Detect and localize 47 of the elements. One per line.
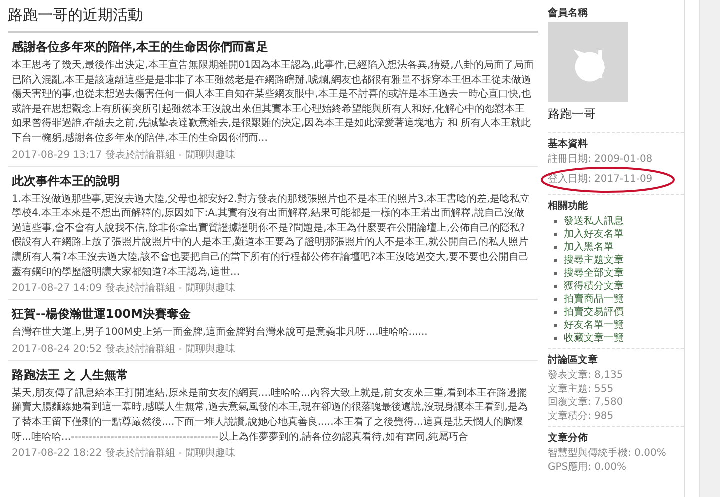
stat-line: 發表文章: 8,135 (548, 369, 624, 382)
section-heading: 相關功能 (548, 200, 589, 213)
post-excerpt: 某天,朋友傳了訊息給本王打開連結,原來是前女友的網頁....哇哈哈...內容大致上就是,前女友來三重,看到本王在路邊擺攤賣大腸麵線她看到這一幕時,感嘆人生無常,過去意氣風發的本王,現在卻過的很落魄最後還說,沒現身讓本王看到,是為了替本王留下僅剩的一點尊嚴然後....下面一堆人說讚,說她心地真善良.....本王看了之後覺得...這真是悲天憫人的胸懷呀...哇哈哈...-----------------------------------------以上為作夢夢到的,請各位勿認真看待,如有雷同,純屬巧合 (12, 386, 529, 444)
page-title: 路跑一哥的近期活動 (8, 4, 538, 33)
bullet-icon (554, 324, 557, 327)
sidebar-link[interactable]: 加入好友名單 (564, 228, 624, 241)
member-name: 路跑一哥 (548, 106, 597, 123)
post-meta: 2017-08-22 18:22 發表於討論群組 - 閒聊與趣味 (12, 446, 236, 460)
sidebar-link[interactable]: 加入黑名單 (564, 241, 614, 254)
bullet-icon (554, 259, 557, 262)
sidebar-link[interactable]: 收藏文章一覽 (564, 332, 624, 345)
sidebar-link[interactable]: 搜尋全部文章 (564, 267, 624, 280)
sidebar-link[interactable]: 發送私人訊息 (564, 215, 624, 228)
bullet-icon (554, 298, 557, 301)
stat-line: 回覆文章: 7,580 (548, 396, 624, 410)
section-heading: 文章分佈 (548, 431, 589, 445)
section-heading: 討論區文章 (548, 353, 599, 367)
post-meta: 2017-08-24 20:52 發表於討論群組 - 閒聊與趣味 (12, 342, 236, 356)
post-excerpt: 本王思考了幾天,最後作出決定,本王宣告無限期離開01因為本王認為,此事件,已經陷入想法各異,猜疑,八卦的局面了局面已陷入混亂,本王是該遠離這些是是非非了本王雖然老是在網路瞎掰,唬爛,網友也都很有雅量不拆穿本王但本王從未做過傷天害理的事,也從未想過去傷害任何一個人本王自知在某些網友眼中,本王是不討喜的或許是本王過去一時心直口快,也或許是在思想觀念上有所衝突所引起雖然本王沒說出來但其實本王心理始終希望能與所有人和好,化解心中的怨懟本王如果曾得罪過誰,在離去之前,先誠摯表達歉意離去,是很艱難的決定,因為本王是如此深愛著這塊地方 和 所有人本王就此下台一鞠躬,感謝各位多年來的陪伴,本王的生命因你們而... (12, 59, 534, 146)
post-meta: 2017-08-29 13:17 發表於討論群組 - 閒聊與趣味 (12, 148, 236, 162)
bullet-icon (554, 246, 557, 249)
post-title[interactable]: 路跑法王 之 人生無常 (12, 366, 534, 384)
info-line: 註冊日期: 2009-01-08 (548, 153, 654, 166)
stat-line: GPS應用: 0.00% (548, 460, 628, 474)
post-excerpt: 1.本王沒做過那些事,更沒去過大陸,父母也都安好2.對方發表的那幾張照片也不是本王的照片3.本王書唸的差,是唸私立學校4.本王本來是不想出面解釋的,原因如下:A.其實有沒有出面解釋,結果可能都是一樣的本王若出面解釋,說自己沒做過這些事,會不會有人說我不信,除非你拿出實質證據證明你不是?問題是,本王為什麼要在公開論壇上,公佈自己的隱私?假設有人在網路上放了張照片說照片中的人是本王,難道本王要為了證明那張照片的人不是本王,就公開自己的私人照片讓所有人看?本王沒去過大陸,該不會也要把自己的當下所有的行程都公佈在論壇吧?本王沒唸過交大,要不要也公開自己蓋有鋼印的學歷證明讓大家都知道?本王認為,這世... (12, 192, 532, 280)
post-excerpt: 台灣在世大運上,男子100M史上第一面金牌,這面金牌對台灣來說可是意義非凡呀....哇哈哈...... (12, 326, 429, 340)
sidebar-link[interactable]: 好友名單一覽 (564, 319, 624, 332)
sidebar-link[interactable]: 搜尋主題文章 (564, 254, 624, 267)
sidebar-link[interactable]: 獲得積分文章 (564, 280, 624, 293)
bullet-icon (554, 220, 557, 223)
avatar-icon (548, 22, 628, 102)
bullet-icon (554, 311, 557, 314)
section-heading: 基本資料 (548, 138, 589, 151)
post-meta: 2017-08-27 14:09 發表於討論群組 - 閒聊與趣味 (12, 282, 236, 296)
section-heading: 會員名稱 (548, 6, 589, 20)
sidebar-link[interactable]: 拍賣交易評價 (564, 306, 624, 319)
bullet-icon (554, 285, 557, 288)
stat-line: 文章主題: 555 (548, 382, 615, 396)
bullet-icon (554, 272, 557, 275)
post-title[interactable]: 感謝各位多年來的陪伴,本王的生命因你們而富足 (12, 39, 534, 56)
bullet-icon (554, 233, 557, 236)
stat-line: 智慧型與傳統手機: 0.00% (548, 447, 668, 460)
post-title[interactable]: 此次事件本王的說明 (12, 172, 534, 190)
bullet-icon (554, 337, 557, 340)
sidebar-link[interactable]: 拍賣商品一覽 (564, 293, 624, 306)
post-title[interactable]: 狂賀--楊俊瀚世運100M決賽奪金 (12, 306, 534, 324)
stat-line: 文章積分: 985 (548, 410, 615, 423)
